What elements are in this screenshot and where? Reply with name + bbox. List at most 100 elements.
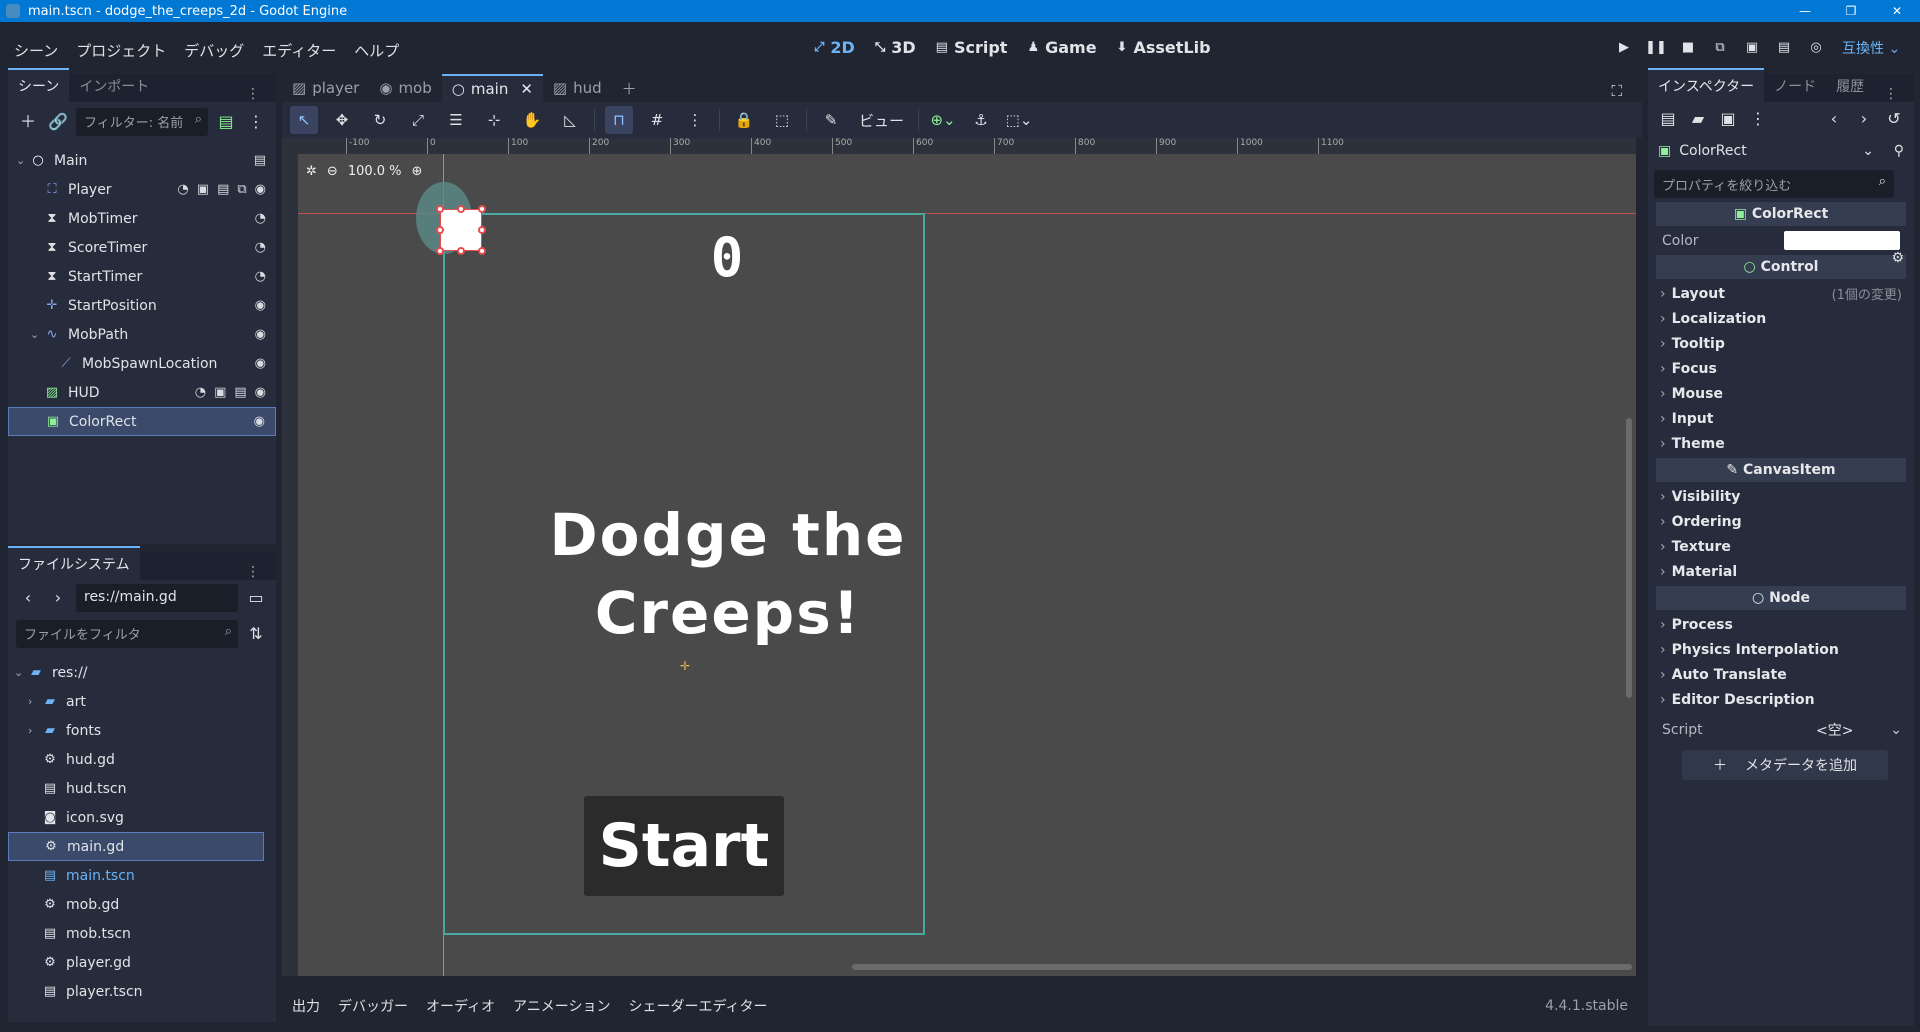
chevron-down-icon[interactable]: ⌄ xyxy=(16,154,30,167)
menu-scene[interactable]: シーン xyxy=(6,36,66,65)
workspace-tab-2d[interactable]: ⤢ 2D xyxy=(808,34,861,61)
chevron-down-icon[interactable]: ⌄ xyxy=(1890,722,1902,738)
property-group-localization[interactable]: › Localization xyxy=(1656,306,1906,331)
sort-icon[interactable]: ⇅ xyxy=(244,622,268,646)
distraction-free-icon[interactable]: ⛶ xyxy=(1601,78,1632,104)
scene-node-player[interactable]: ⛶ Player ◔ ▣ ▤ ⧉ ◉ xyxy=(8,175,276,204)
inspected-object-selector[interactable]: ▣ ColorRect ⌄ ⚲ xyxy=(1654,136,1908,166)
resize-handle[interactable] xyxy=(436,226,444,234)
tab-audio[interactable]: オーディオ xyxy=(426,996,495,1016)
node-badge-icon[interactable]: ▤ xyxy=(217,182,229,197)
tab-animation[interactable]: アニメーション xyxy=(513,996,610,1016)
add-scene-tab-button[interactable]: ＋ xyxy=(612,74,647,103)
view-menu[interactable]: ビュー xyxy=(855,110,908,131)
container-sizing-icon[interactable]: ⬚⌄ xyxy=(1005,106,1033,134)
resource-menu-icon[interactable]: ⋮ xyxy=(1746,107,1770,131)
zoom-in-icon[interactable]: ⊕ xyxy=(412,164,423,179)
resize-handle[interactable] xyxy=(457,205,465,213)
instance-scene-icon[interactable]: 🔗 xyxy=(46,110,70,134)
script-value[interactable]: <空> xyxy=(1816,720,1853,740)
close-tab-icon[interactable]: ✕ xyxy=(520,80,533,98)
history-forward-icon[interactable]: › xyxy=(1852,107,1876,131)
scene-node-scoretimer[interactable]: ⧗ ScoreTimer ◔ xyxy=(8,233,276,262)
node-badge-icon[interactable]: ◉ xyxy=(255,356,266,371)
smart-snap-icon[interactable]: ⊓ xyxy=(605,106,633,134)
score-label[interactable]: 0 xyxy=(662,226,792,289)
menu-help[interactable]: ヘルプ xyxy=(346,36,407,65)
property-group-visibility[interactable]: › Visibility xyxy=(1656,484,1906,509)
property-group-process[interactable]: › Process xyxy=(1656,612,1906,637)
scene-tab-main[interactable]: ○ main ✕ xyxy=(441,74,543,102)
pan-mode-icon[interactable]: ✋ xyxy=(518,106,546,134)
add-metadata-button[interactable]: ＋ メタデータを追加 xyxy=(1682,750,1888,780)
play-custom-scene-icon[interactable]: ▤ xyxy=(1772,36,1796,60)
new-resource-icon[interactable]: ▤ xyxy=(1656,107,1680,131)
node-badge-icon[interactable]: ◔ xyxy=(177,182,188,197)
scene-tab-player[interactable]: ▨ player xyxy=(282,75,369,101)
scene-node-colorrect[interactable]: ▣ ColorRect ◉ xyxy=(8,407,276,436)
node-badge-icon[interactable]: ◉ xyxy=(255,327,266,342)
group-icon[interactable]: ⬚ xyxy=(768,106,796,134)
add-node-icon[interactable]: ＋ xyxy=(16,110,40,134)
tab-history[interactable]: 履歴 xyxy=(1826,70,1874,102)
horizontal-scrollbar[interactable] xyxy=(852,964,1632,970)
snap-options-icon[interactable]: ⋮ xyxy=(681,106,709,134)
minimize-button[interactable]: — xyxy=(1782,0,1828,22)
anchor-presets-icon[interactable]: ⊕⌄ xyxy=(929,106,957,134)
rotate-mode-icon[interactable]: ↻ xyxy=(366,106,394,134)
scene-node-startposition[interactable]: ✛ StartPosition ◉ xyxy=(8,291,276,320)
workspace-tab-game[interactable]: ♟ Game xyxy=(1021,34,1102,61)
zoom-out-icon[interactable]: ⊖ xyxy=(327,164,338,179)
file-item[interactable]: ▤ player.tscn xyxy=(8,977,264,1006)
file-item[interactable]: ⚙ main.gd xyxy=(8,832,264,861)
property-group-theme[interactable]: › Theme xyxy=(1656,431,1906,456)
node-badge-icon[interactable]: ◔ xyxy=(255,211,266,226)
back-icon[interactable]: ‹ xyxy=(16,586,40,610)
anchor-icon[interactable]: ⚓ xyxy=(967,106,995,134)
file-item[interactable]: ▤ hud.tscn xyxy=(8,774,264,803)
file-item[interactable]: ⚙ player.gd xyxy=(8,948,264,977)
node-badge-icon[interactable]: ◉ xyxy=(255,385,266,400)
node-badge-icon[interactable]: ▣ xyxy=(197,182,209,197)
file-item[interactable]: ⌄ ▰ res:// xyxy=(8,658,264,687)
file-item[interactable]: ⚙ mob.gd xyxy=(8,890,264,919)
file-filter-input[interactable]: ファイルをフィルタ ⌕ xyxy=(16,620,238,648)
history-back-icon[interactable]: ‹ xyxy=(1822,107,1846,131)
node-badge-icon[interactable]: ▤ xyxy=(254,153,266,168)
property-group-material[interactable]: › Material xyxy=(1656,559,1906,584)
list-select-icon[interactable]: ☰ xyxy=(442,106,470,134)
tab-output[interactable]: 出力 xyxy=(292,996,320,1016)
dock-menu-icon[interactable]: ⋮ xyxy=(1874,80,1908,108)
message-label[interactable]: Dodge the Creeps! xyxy=(482,496,974,652)
play-icon[interactable]: ▶ xyxy=(1612,36,1636,60)
file-item[interactable]: ⚙ hud.gd xyxy=(8,745,264,774)
pause-icon[interactable]: ❚❚ xyxy=(1644,36,1668,60)
close-window-button[interactable]: ✕ xyxy=(1874,0,1920,22)
tab-import[interactable]: インポート xyxy=(69,70,159,102)
file-item[interactable]: ▤ mob.tscn xyxy=(8,919,264,948)
lock-icon[interactable]: 🔒 xyxy=(730,106,758,134)
bone-icon[interactable]: ✎ xyxy=(817,106,845,134)
tab-debugger[interactable]: デバッガー xyxy=(338,996,408,1016)
zoom-level[interactable]: 100.0 % xyxy=(348,164,402,179)
scene-node-mobspawnlocation[interactable]: ⟋ MobSpawnLocation ◉ xyxy=(8,349,276,378)
property-filter-input[interactable]: プロパティを絞り込む ⌕ xyxy=(1654,170,1894,198)
menu-project[interactable]: プロジェクト xyxy=(68,36,174,65)
property-group-auto-translate[interactable]: › Auto Translate xyxy=(1656,662,1906,687)
center-view-icon[interactable]: ✲ xyxy=(306,164,317,179)
scale-mode-icon[interactable]: ⤢ xyxy=(404,106,432,134)
scene-tab-hud[interactable]: ▨ hud xyxy=(543,75,612,101)
stop-icon[interactable]: ■ xyxy=(1676,36,1700,60)
scene-node-hud[interactable]: ▨ HUD ◔ ▣ ▤ ◉ xyxy=(8,378,276,407)
tab-filesystem[interactable]: ファイルシステム xyxy=(8,546,140,580)
file-item[interactable]: › ▰ fonts xyxy=(8,716,264,745)
node-badge-icon[interactable]: ◔ xyxy=(195,385,206,400)
node-badge-icon[interactable]: ◉ xyxy=(254,414,265,429)
play-scene-icon[interactable]: ▣ xyxy=(1740,36,1764,60)
color-picker-button[interactable] xyxy=(1784,231,1900,250)
chevron-down-icon[interactable]: ⌄ xyxy=(30,328,44,341)
restore-button[interactable]: ❐ xyxy=(1828,0,1874,22)
resize-handle[interactable] xyxy=(478,205,486,213)
property-group-physics-interpolation[interactable]: › Physics Interpolation xyxy=(1656,637,1906,662)
select-mode-icon[interactable]: ↖ xyxy=(290,106,318,134)
